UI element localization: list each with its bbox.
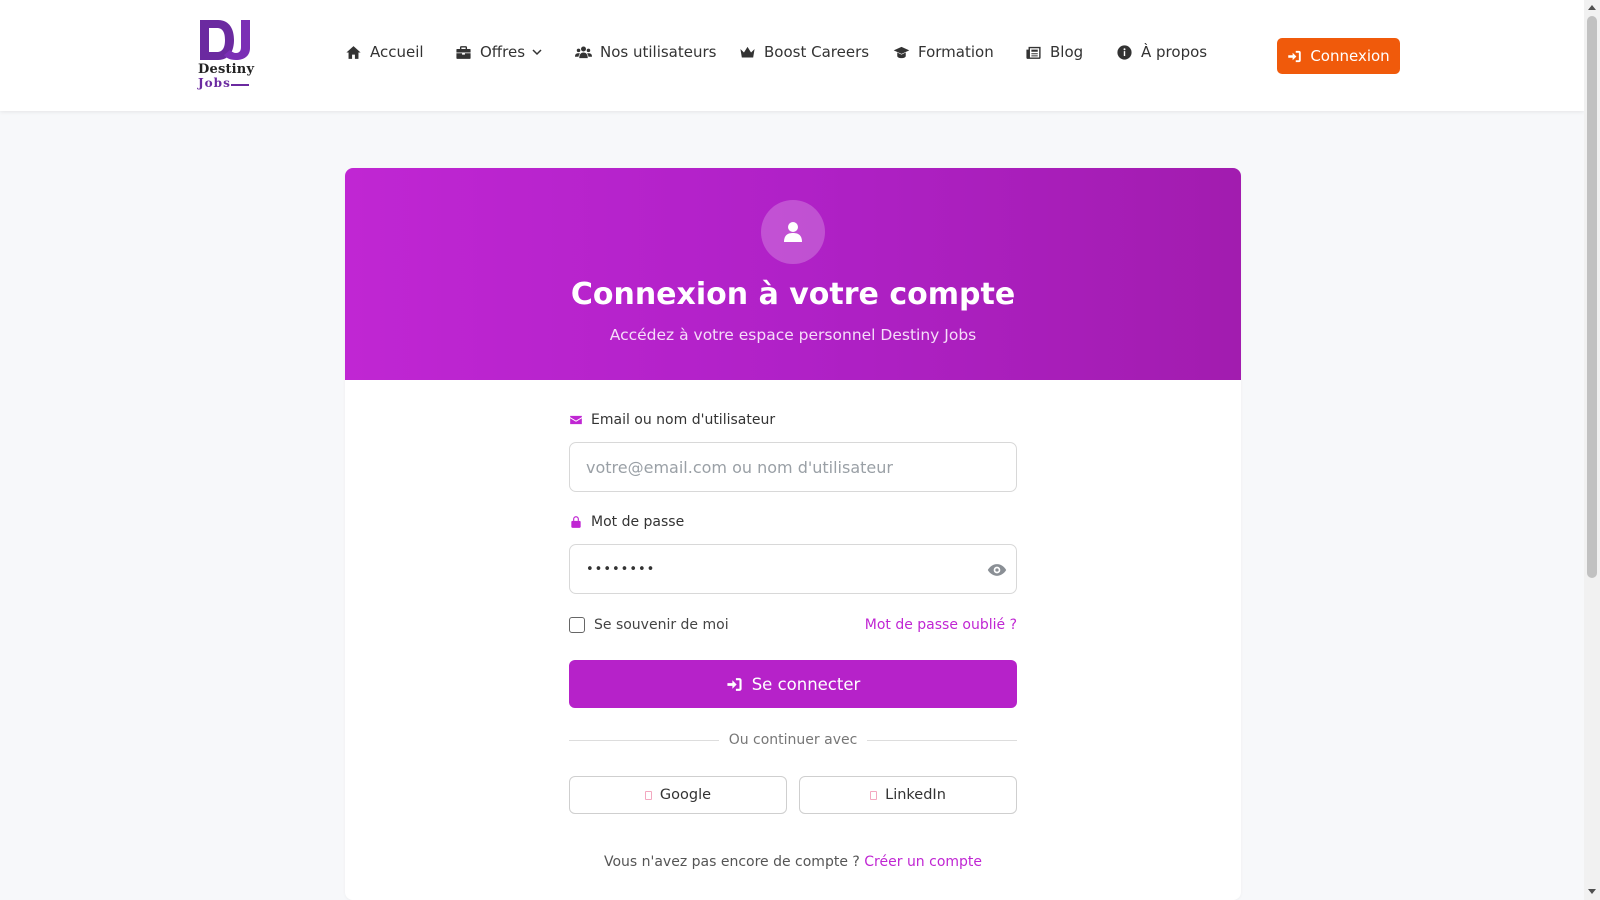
submit-login-button[interactable]: Se connecter xyxy=(569,660,1017,708)
email-input[interactable] xyxy=(569,442,1017,492)
eye-icon xyxy=(987,564,1007,576)
page-title: Connexion à votre compte xyxy=(570,277,1016,312)
nav-item-offres[interactable]: Offres xyxy=(455,43,543,61)
divider-text: Ou continuer avec xyxy=(728,732,858,748)
logo-text-destiny: Destiny xyxy=(198,62,255,77)
dj-logo-mark xyxy=(200,20,250,60)
nav-item-accueil[interactable]: Accueil xyxy=(345,43,424,61)
destiny-jobs-logo[interactable]: Destiny Jobs xyxy=(198,18,255,90)
briefcase-icon xyxy=(456,45,471,59)
site-header: Destiny Jobs Accueil Offres Nos utilisat… xyxy=(0,0,1584,111)
login-card-header: Connexion à votre compte Accédez à votre… xyxy=(345,168,1241,380)
nav-item-label: Offres xyxy=(480,43,526,61)
scroll-up-arrow[interactable] xyxy=(1588,5,1596,10)
nav-item-label: Formation xyxy=(918,43,994,61)
password-label-text: Mot de passe xyxy=(591,514,685,530)
header-login-button[interactable]: Connexion xyxy=(1277,38,1400,74)
logo-text-jobs: Jobs xyxy=(198,76,231,90)
nav-item-boost-careers[interactable]: Boost Careers xyxy=(739,43,869,61)
page-scrollbar[interactable] xyxy=(1584,0,1600,900)
google-icon xyxy=(644,790,652,800)
users-icon xyxy=(575,45,592,58)
signup-prompt: Vous n'avez pas encore de compte ? Créer… xyxy=(569,854,1017,870)
nav-item-label: Blog xyxy=(1050,43,1084,61)
nav-item-label: Accueil xyxy=(370,43,424,61)
nav-item-blog[interactable]: Blog xyxy=(1025,43,1083,61)
submit-login-label: Se connecter xyxy=(751,674,861,694)
signup-text: Vous n'avez pas encore de compte ? xyxy=(603,854,860,870)
page-subtitle: Accédez à votre espace personnel Destiny… xyxy=(609,326,977,344)
newspaper-icon xyxy=(1026,46,1041,59)
divider-line xyxy=(867,739,1018,741)
header-login-label: Connexion xyxy=(1310,47,1390,65)
user-icon xyxy=(784,222,802,242)
user-avatar xyxy=(761,200,825,264)
create-account-link[interactable]: Créer un compte xyxy=(864,854,982,870)
email-label-text: Email ou nom d'utilisateur xyxy=(591,412,776,428)
linkedin-login-button[interactable]: LinkedIn xyxy=(799,776,1017,814)
scroll-down-arrow[interactable] xyxy=(1588,889,1596,894)
nav-item-nos-utilisateurs[interactable]: Nos utilisateurs xyxy=(575,43,716,61)
forgot-password-link[interactable]: Mot de passe oublié ? xyxy=(865,617,1017,633)
linkedin-icon xyxy=(870,790,878,800)
divider-line xyxy=(569,739,719,741)
email-label: Email ou nom d'utilisateur xyxy=(569,412,775,428)
envelope-icon xyxy=(570,415,582,425)
graduation-cap-icon xyxy=(893,46,910,58)
linkedin-label: LinkedIn xyxy=(885,787,946,803)
info-circle-icon xyxy=(1117,44,1132,60)
nav-item-a-propos[interactable]: À propos xyxy=(1116,43,1207,61)
sign-in-icon xyxy=(1288,50,1302,62)
password-label: Mot de passe xyxy=(569,514,684,530)
remember-me-checkbox[interactable] xyxy=(569,617,585,633)
nav-item-label: Boost Careers xyxy=(764,43,870,61)
home-icon xyxy=(346,45,361,59)
chevron-down-icon xyxy=(532,49,542,56)
sign-in-icon xyxy=(727,677,742,691)
toggle-password-visibility[interactable] xyxy=(987,560,1007,580)
lock-icon xyxy=(571,516,581,528)
nav-item-label: Nos utilisateurs xyxy=(600,43,717,61)
google-label: Google xyxy=(659,787,712,803)
remember-me: Se souvenir de moi xyxy=(569,617,729,633)
crown-icon xyxy=(740,46,755,57)
remember-me-label: Se souvenir de moi xyxy=(594,617,729,633)
google-login-button[interactable]: Google xyxy=(569,776,787,814)
scroll-thumb[interactable] xyxy=(1587,16,1597,578)
password-input[interactable] xyxy=(569,544,1017,594)
logo-underline xyxy=(231,84,249,86)
nav-item-formation[interactable]: Formation xyxy=(893,43,994,61)
login-card: Connexion à votre compte Accédez à votre… xyxy=(345,168,1241,900)
social-divider: Ou continuer avec xyxy=(569,732,1018,748)
nav-item-label: À propos xyxy=(1141,43,1208,61)
